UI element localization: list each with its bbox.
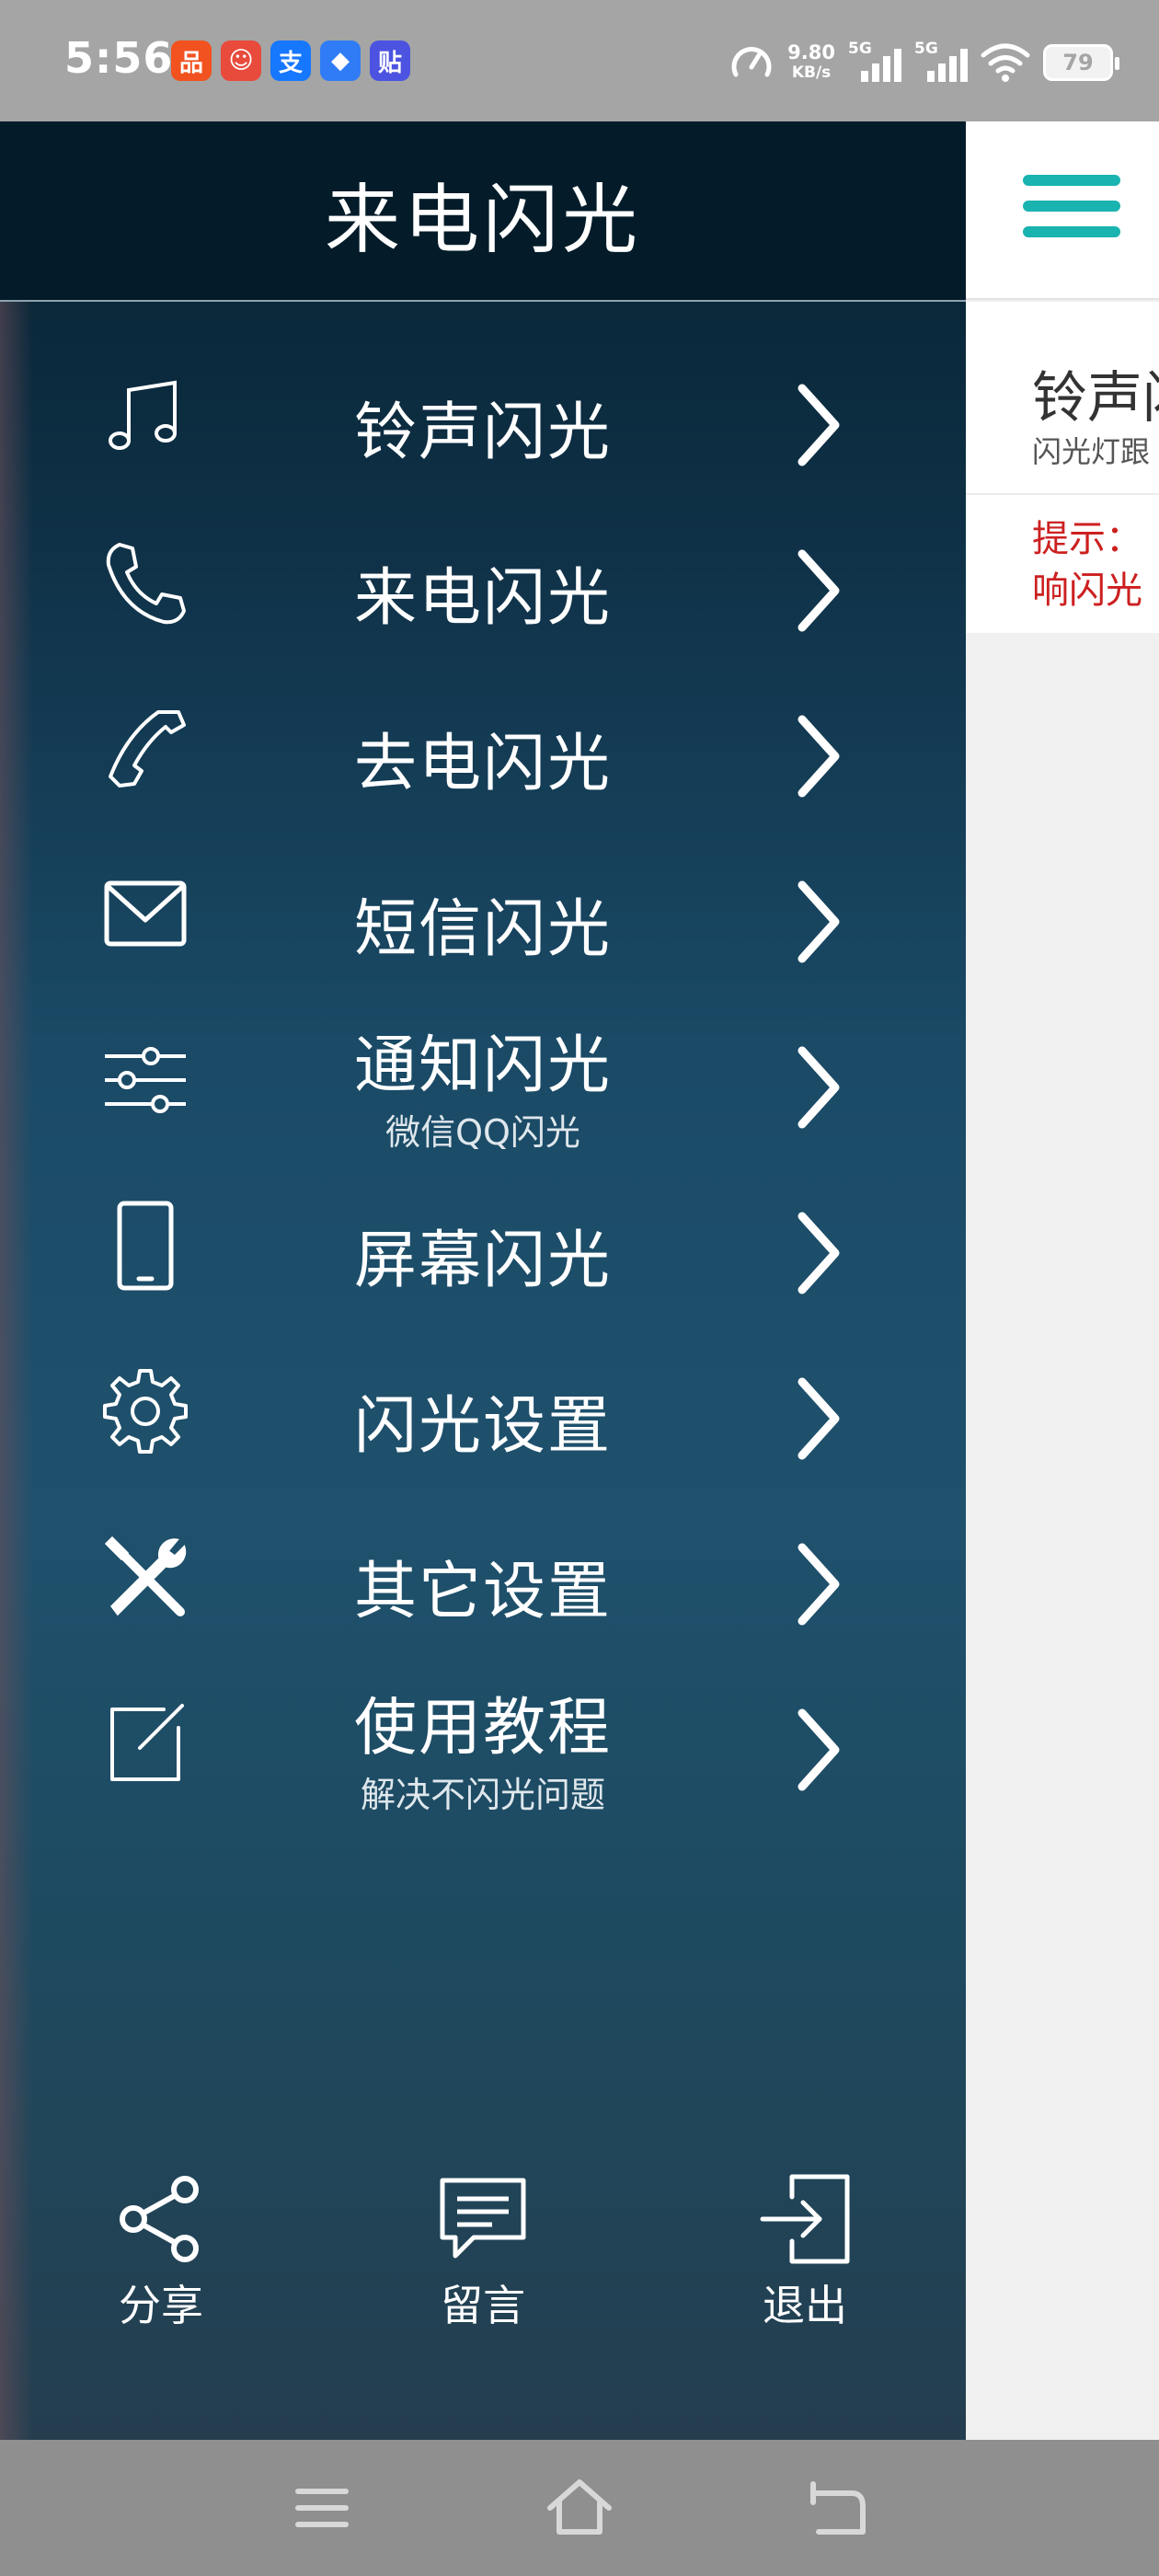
exit-icon [760, 2174, 850, 2264]
card-title: 铃声闪 [1032, 366, 1159, 431]
menu-item-ringtone-flash[interactable]: 铃声闪光 [0, 342, 966, 508]
net-speed-value: 9.80 [787, 41, 835, 63]
chevron-right-icon [798, 715, 840, 798]
ringtone-flash-card[interactable]: 铃声闪 闪光灯跟 提示： 响闪光 [966, 302, 1159, 633]
taobao-icon: ☺ [221, 40, 261, 81]
edit-icon [98, 1695, 193, 1790]
hint-line: 提示： [1032, 518, 1142, 560]
net-speed: 9.80 KB/s [787, 42, 835, 83]
navigation-drawer: 来电闪光 铃声闪光 来电闪光 去电闪光 短信闪光 通知闪光 微信QQ闪光 屏幕闪… [0, 121, 966, 2440]
signal-icon: 5G [848, 40, 901, 86]
exit-label: 退出 [763, 2281, 847, 2330]
back-icon[interactable] [800, 2471, 874, 2545]
menu-item-notification-flash[interactable]: 通知闪光 微信QQ闪光 [0, 1005, 966, 1170]
menu-item-label: 通知闪光 [353, 1029, 612, 1102]
menu-item-label: 其它设置 [353, 1556, 612, 1628]
drawer-header: 来电闪光 [0, 121, 966, 302]
share-icon [120, 2176, 199, 2262]
hint-line: 响闪光 [1032, 569, 1142, 612]
menu-item-label: 屏幕闪光 [353, 1225, 612, 1297]
browser-icon: ◆ [320, 40, 361, 81]
content-header [966, 121, 1159, 300]
battery-icon: 79 [1043, 44, 1119, 81]
drawer-title: 来电闪光 [324, 177, 641, 264]
menu-item-label: 短信闪光 [353, 893, 612, 966]
divider [966, 493, 1159, 495]
share-button[interactable]: 分享 [69, 2173, 253, 2333]
message-button[interactable]: 留言 [391, 2173, 575, 2333]
kuaishou-icon: 品 [171, 40, 212, 81]
menu-item-outgoing-call-flash[interactable]: 去电闪光 [0, 673, 966, 839]
phone-icon [98, 535, 193, 631]
share-label: 分享 [119, 2281, 203, 2330]
menu-item-label: 铃声闪光 [353, 397, 612, 469]
handset-icon [98, 701, 193, 797]
main-content: 铃声闪 闪光灯跟 提示： 响闪光 [966, 121, 1159, 2440]
tieba-icon: 贴 [370, 40, 410, 81]
net-speed-unit: KB/s [791, 63, 832, 82]
envelope-icon [98, 867, 193, 962]
menu-item-flash-settings[interactable]: 闪光设置 [0, 1336, 966, 1501]
chevron-right-icon [798, 549, 840, 632]
menu-item-sms-flash[interactable]: 短信闪光 [0, 839, 966, 1005]
message-label: 留言 [441, 2281, 525, 2330]
chevron-right-icon [798, 1212, 840, 1294]
drawer-actions: 分享 留言 退出 [0, 2173, 966, 2339]
status-indicators: 9.80 KB/s 5G 5G 79 [729, 35, 1119, 90]
menu-item-other-settings[interactable]: 其它设置 [0, 1501, 966, 1667]
message-icon [440, 2178, 526, 2259]
gear-icon [98, 1363, 193, 1459]
chevron-right-icon [798, 1708, 840, 1791]
menu-toggle-icon[interactable] [1023, 175, 1120, 247]
home-icon[interactable] [543, 2471, 616, 2545]
recent-apps-icon[interactable] [285, 2471, 359, 2545]
wifi-icon [981, 43, 1030, 82]
signal-icon: 5G [914, 40, 968, 86]
music-note-icon [98, 370, 193, 466]
card-subtitle: 闪光灯跟 [1032, 434, 1151, 469]
speedometer-icon [731, 47, 772, 77]
exit-button[interactable]: 退出 [713, 2173, 897, 2333]
tools-icon [98, 1529, 193, 1625]
chevron-right-icon [798, 1046, 840, 1129]
menu-item-screen-flash[interactable]: 屏幕闪光 [0, 1170, 966, 1336]
battery-level: 79 [1062, 50, 1094, 75]
system-nav-bar [0, 2440, 1159, 2576]
status-bar: 5:56 品 ☺ 支 ◆ 贴 9.80 KB/s 5G 5G 79 [0, 0, 1159, 121]
menu-item-label: 来电闪光 [353, 562, 612, 635]
sliders-icon [98, 1032, 193, 1128]
notification-icons: 品 ☺ 支 ◆ 贴 [171, 40, 410, 81]
hint-text: 提示： 响闪光 [1032, 513, 1142, 616]
menu-item-sublabel: 解决不闪光问题 [360, 1775, 605, 1815]
alipay-icon: 支 [270, 40, 311, 81]
chevron-right-icon [798, 880, 840, 963]
chevron-right-icon [798, 1543, 840, 1626]
smartphone-icon [98, 1198, 193, 1294]
menu-item-label: 闪光设置 [353, 1390, 612, 1463]
menu-item-tutorial[interactable]: 使用教程 解决不闪光问题 [0, 1667, 966, 1833]
chevron-right-icon [798, 1377, 840, 1460]
status-time: 5:56 [64, 33, 174, 83]
menu-item-incoming-call-flash[interactable]: 来电闪光 [0, 508, 966, 673]
menu-item-label: 使用教程 [353, 1692, 612, 1765]
menu-item-label: 去电闪光 [353, 728, 612, 800]
chevron-right-icon [798, 384, 840, 466]
menu-item-sublabel: 微信QQ闪光 [385, 1112, 580, 1153]
